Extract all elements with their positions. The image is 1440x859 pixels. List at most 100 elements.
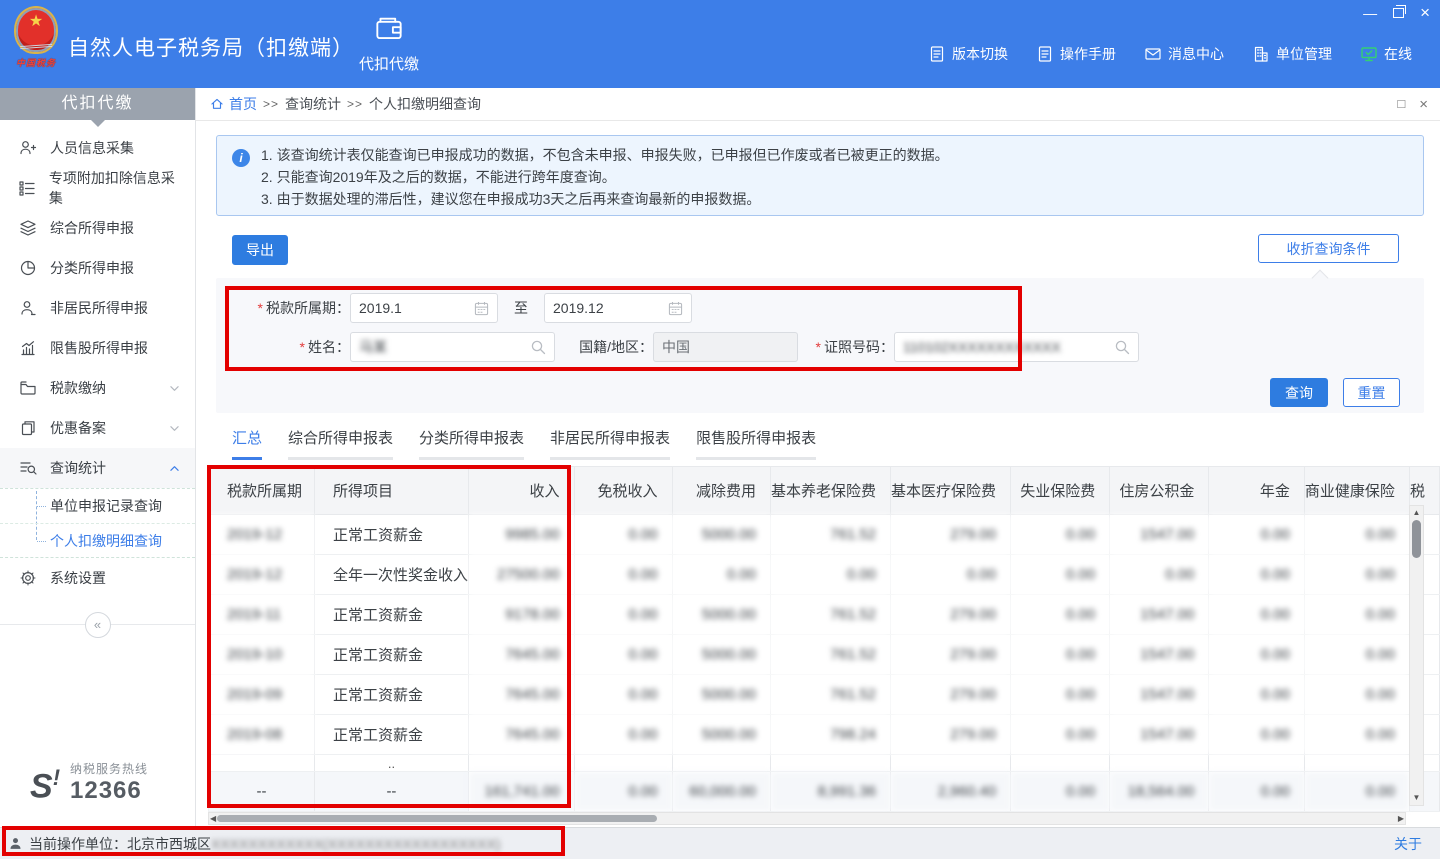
reset-button[interactable]: 重置 <box>1343 378 1400 407</box>
breadcrumb-item[interactable]: 查询统计 <box>285 94 341 114</box>
table-row[interactable]: 2019-11正常工资薪金9178.000.005000.00761.52279… <box>209 595 1440 635</box>
table-row[interactable]: 2019-12正常工资薪金9985.000.005000.00761.52279… <box>209 515 1440 555</box>
name-field[interactable] <box>350 332 555 362</box>
person-add-icon <box>18 138 38 158</box>
table-row[interactable]: 2019-08正常工资薪金7645.000.005000.00798.24279… <box>209 715 1440 755</box>
sidebar-item[interactable]: 系统设置 <box>0 558 195 598</box>
table-cell: 0.00 <box>574 772 672 812</box>
notice-line: 3. 由于数据处理的滞后性，建议您在申报成功3天之后再来查询最新的申报数据。 <box>261 188 1409 210</box>
sidebar-item[interactable]: 人员信息采集 <box>0 128 195 168</box>
table-cell: 正常工资薪金 <box>314 595 468 635</box>
name-input[interactable] <box>359 339 526 355</box>
table-cell: 0.00 <box>1011 555 1110 595</box>
sidebar-item[interactable]: 优惠备案 <box>0 408 195 448</box>
tab-report[interactable]: 综合所得申报表 <box>288 427 393 460</box>
topbar-menu-item[interactable]: 操作手册 <box>1036 44 1116 64</box>
sidebar-item[interactable]: 查询统计 <box>0 448 195 488</box>
about-link[interactable]: 关于 <box>1394 834 1422 854</box>
table-cell: 5000.00 <box>672 675 771 715</box>
sidebar-item[interactable]: 限售股所得申报 <box>0 328 195 368</box>
table-cell: 0.00 <box>1209 595 1305 635</box>
topbar-menu-item[interactable]: 单位管理 <box>1252 44 1332 64</box>
table-cell: 0.00 <box>891 555 1011 595</box>
table-cell: 0.00 <box>1011 635 1110 675</box>
sidebar-subitem[interactable]: 个人扣缴明细查询 <box>0 523 195 557</box>
table-cell: 2019-09 <box>209 675 315 715</box>
table-cell: 0.00 <box>574 555 672 595</box>
export-button[interactable]: 导出 <box>232 235 288 265</box>
table-cell: 全年一次性奖金收入 <box>314 555 468 595</box>
topbar-menu-item[interactable]: 版本切换 <box>928 44 1008 64</box>
table-cell: 5000.00 <box>672 595 771 635</box>
table-row[interactable]: 2019-09正常工资薪金7645.000.005000.00761.52279… <box>209 675 1440 715</box>
table-cell: 2019-12 <box>209 515 315 555</box>
scroll-left-icon[interactable]: ◀ <box>210 813 216 824</box>
search-list-icon <box>18 458 38 478</box>
total-row: ----161,741.000.0060,000.008,991.362,960… <box>209 772 1440 812</box>
table-cell: 7645.00 <box>468 715 574 755</box>
period-to-input[interactable] <box>553 300 664 316</box>
period-from-field[interactable] <box>350 293 498 323</box>
vertical-scrollbar[interactable]: ▲ ▼ <box>1409 505 1424 806</box>
minimize-button[interactable]: — <box>1363 4 1377 22</box>
search-button[interactable]: 查询 <box>1270 378 1328 407</box>
collapse-sidebar-button[interactable]: « <box>85 612 111 638</box>
breadcrumb-home[interactable]: 首页 <box>210 94 257 114</box>
form-notch <box>1312 270 1329 287</box>
logo-caption: 中国税务 <box>10 56 62 69</box>
table-cell: 761.52 <box>771 515 891 555</box>
scroll-right-icon[interactable]: ▶ <box>1398 813 1404 824</box>
breadcrumb-item-current: 个人扣缴明细查询 <box>369 94 481 114</box>
table-cell: 1547.00 <box>1110 515 1209 555</box>
scroll-up-icon[interactable]: ▲ <box>1410 507 1423 519</box>
table-cell: 761.52 <box>771 675 891 715</box>
national-emblem-icon: ★ <box>14 6 58 54</box>
restore-button[interactable] <box>1393 8 1404 18</box>
search-icon[interactable] <box>1114 339 1130 355</box>
period-to-field[interactable] <box>544 293 692 323</box>
period-from-input[interactable] <box>359 300 470 316</box>
id-field[interactable] <box>894 332 1139 362</box>
sidebar-item[interactable]: 税款缴纳 <box>0 368 195 408</box>
h-scroll-thumb[interactable] <box>217 815 657 822</box>
notice-line: 2. 只能查询2019年及之后的数据，不能进行跨年度查询。 <box>261 166 1409 188</box>
nationality-input <box>662 339 789 355</box>
notice-box: i 1. 该查询统计表仅能查询已申报成功的数据，不包含未申报、申报失败，已申报但… <box>216 135 1424 216</box>
sidebar-item[interactable]: 非居民所得申报 <box>0 288 195 328</box>
nav-tab-label: 代扣代缴 <box>346 53 432 74</box>
sidebar-item[interactable]: 分类所得申报 <box>0 248 195 288</box>
chevron-up-icon <box>168 462 181 475</box>
tab-report[interactable]: 分类所得申报表 <box>419 427 524 460</box>
sidebar-item[interactable]: 综合所得申报 <box>0 208 195 248</box>
table-cell: 0.00 <box>1011 715 1110 755</box>
nav-tab-withholding[interactable]: 代扣代缴 <box>346 14 432 74</box>
chevron-down-icon <box>168 422 181 435</box>
table-row[interactable]: 2019-12全年一次性奖金收入27500.000.000.000.000.00… <box>209 555 1440 595</box>
tab-report[interactable]: 限售股所得申报表 <box>696 427 816 460</box>
person-icon <box>18 298 38 318</box>
app-window: ★ 中国税务 自然人电子税务局（扣缴端） 代扣代缴 版本切换操作手册消息中心单位… <box>0 0 1440 859</box>
id-input[interactable] <box>903 339 1110 355</box>
close-button[interactable]: × <box>1420 4 1430 22</box>
panel-maximize-icon[interactable]: □ <box>1397 96 1405 113</box>
topbar-menu-item[interactable]: 在线 <box>1360 44 1412 64</box>
sidebar-item[interactable]: 专项附加扣除信息采集 <box>0 168 195 208</box>
building-icon <box>1252 45 1270 63</box>
table-cell: 279.00 <box>891 715 1011 755</box>
table-row[interactable]: 2019-10正常工资薪金7645.000.005000.00761.52279… <box>209 635 1440 675</box>
v-scroll-thumb[interactable] <box>1412 520 1421 558</box>
table-cell: 2,960.40 <box>891 772 1011 812</box>
scroll-down-icon[interactable]: ▼ <box>1410 792 1423 804</box>
toggle-query-conditions-button[interactable]: 收折查询条件 <box>1258 234 1399 263</box>
report-tabs: 汇总综合所得申报表分类所得申报表非居民所得申报表限售股所得申报表 <box>232 427 816 460</box>
sidebar-subitem[interactable]: 单位申报记录查询 <box>0 489 195 523</box>
table-cell: 1547.00 <box>1110 635 1209 675</box>
folder-icon <box>18 378 38 398</box>
tab-active[interactable]: 汇总 <box>232 427 262 460</box>
tab-report[interactable]: 非居民所得申报表 <box>550 427 670 460</box>
search-icon[interactable] <box>530 339 546 355</box>
horizontal-scrollbar[interactable]: ◀ ▶ <box>208 812 1406 825</box>
topbar-menu-item[interactable]: 消息中心 <box>1144 44 1224 64</box>
table-header-cell: 税款所属期 <box>209 467 315 515</box>
panel-close-icon[interactable]: × <box>1419 96 1428 113</box>
